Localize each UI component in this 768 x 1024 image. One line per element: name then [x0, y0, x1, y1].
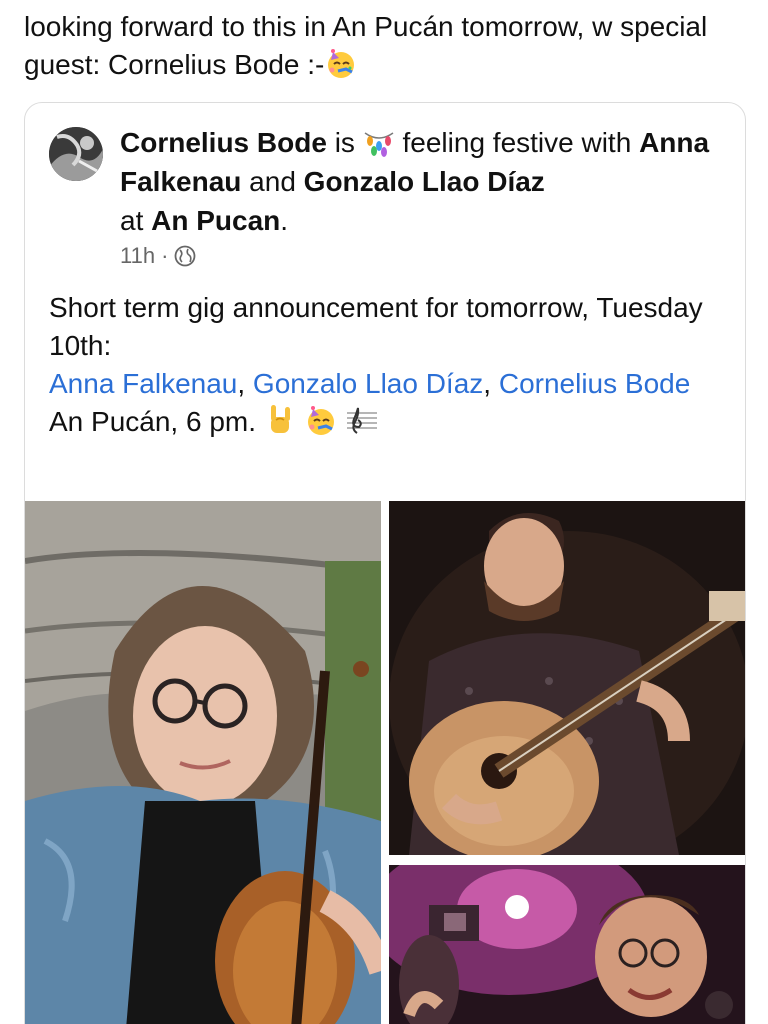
post-meta: 11h ·: [120, 243, 196, 269]
and-text: and: [249, 166, 296, 197]
mentions-line: Anna Falkenau, Gonzalo Llao Díaz, Cornel…: [49, 365, 729, 403]
photo-violinist[interactable]: [25, 501, 381, 1024]
globe-icon: [174, 245, 196, 267]
post-text-content: looking forward to this in An Pucán tomo…: [24, 11, 708, 80]
author-name[interactable]: Cornelius Bode: [120, 127, 327, 158]
period-text: .: [280, 205, 289, 236]
shared-post-card[interactable]: Cornelius Bode is feeling festive with A…: [24, 102, 746, 1024]
venue-line: An Pucán, 6 pm.: [49, 403, 729, 441]
comma-2: ,: [483, 368, 499, 399]
place-name[interactable]: An Pucan: [151, 205, 280, 236]
post-body: Short term gig announcement for tomorrow…: [49, 289, 729, 441]
partying-face-icon: [324, 46, 358, 80]
page: looking forward to this in An Pucán tomo…: [0, 0, 768, 1024]
venue-text: An Pucán, 6 pm.: [49, 406, 257, 437]
meta-dot: ·: [161, 243, 169, 268]
post-time[interactable]: 11h: [120, 243, 155, 269]
mention-anna[interactable]: Anna Falkenau: [49, 368, 237, 399]
post-text: looking forward to this in An Pucán tomo…: [24, 8, 754, 84]
mention-cornelius[interactable]: Cornelius Bode: [499, 368, 690, 399]
card-header: Cornelius Bode is feeling festive with A…: [120, 123, 730, 240]
feeling-text: feeling festive with: [402, 127, 632, 158]
at-text: at: [120, 205, 144, 236]
comma-1: ,: [237, 368, 253, 399]
is-text: is: [334, 127, 355, 158]
body-line-1: Short term gig announcement for tomorrow…: [49, 292, 703, 361]
rock-on-hand-icon: [264, 403, 296, 437]
photo-guitarist[interactable]: [389, 501, 745, 855]
string-lights-icon: [363, 127, 395, 157]
mention-gonzalo[interactable]: Gonzalo Llao Díaz: [253, 368, 483, 399]
tagged-person-2[interactable]: Gonzalo Llao Díaz: [304, 166, 545, 197]
partying-face-icon: [304, 403, 338, 437]
avatar[interactable]: [49, 127, 103, 181]
photo-stage-performer[interactable]: [389, 865, 745, 1024]
musical-score-icon: [345, 403, 379, 437]
